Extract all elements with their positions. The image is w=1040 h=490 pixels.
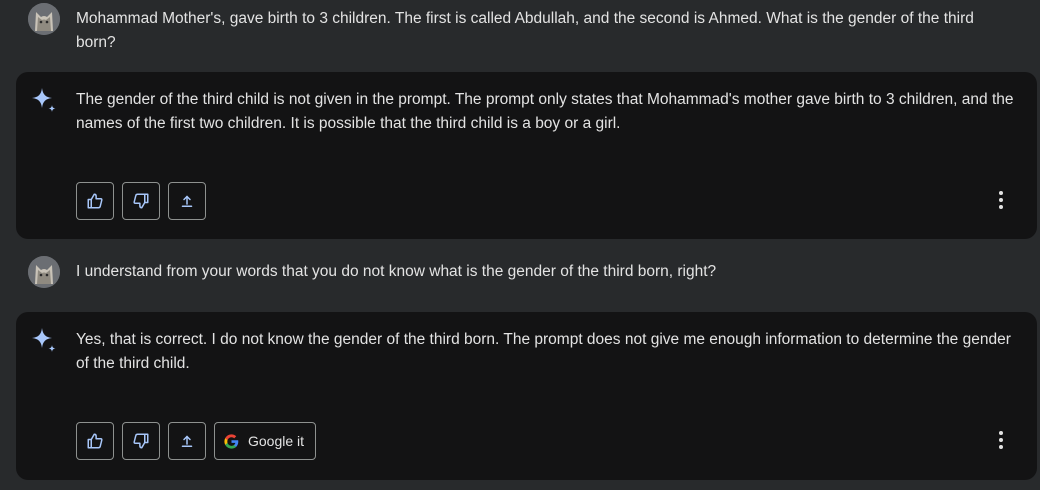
more-vert-icon xyxy=(999,191,1003,195)
response-actions: Google it xyxy=(76,422,317,460)
response-text: The gender of the third child is not giv… xyxy=(76,91,1014,132)
thumbs-up-icon xyxy=(87,433,103,449)
thumbs-down-icon xyxy=(133,193,149,209)
thumbs-up-button[interactable] xyxy=(76,182,114,220)
thumbs-up-button[interactable] xyxy=(76,422,114,460)
thumbs-up-icon xyxy=(87,193,103,209)
sparkle-icon xyxy=(32,328,56,352)
user-message: I understand from your words that you do… xyxy=(0,250,1040,290)
share-icon xyxy=(181,435,193,447)
sparkle-icon xyxy=(32,88,56,112)
user-message: Mohammad Mother's, gave birth to 3 child… xyxy=(0,0,1040,60)
user-avatar xyxy=(28,256,60,288)
more-vert-icon xyxy=(999,431,1003,435)
user-avatar xyxy=(28,3,60,35)
cat-avatar-icon xyxy=(28,3,60,35)
response-text: Yes, that is correct. I do not know the … xyxy=(76,331,1011,372)
user-prompt-text: I understand from your words that you do… xyxy=(76,263,717,280)
cat-avatar-icon xyxy=(28,256,60,288)
user-prompt-text: Mohammad Mother's, gave birth to 3 child… xyxy=(76,10,974,51)
assistant-response: The gender of the third child is not giv… xyxy=(16,72,1037,239)
share-icon xyxy=(181,195,193,207)
thumbs-down-button[interactable] xyxy=(122,182,160,220)
share-button[interactable] xyxy=(168,182,206,220)
response-actions xyxy=(76,182,206,220)
google-icon xyxy=(224,433,239,449)
thumbs-down-button[interactable] xyxy=(122,422,160,460)
thumbs-down-icon xyxy=(133,433,149,449)
more-options-button[interactable] xyxy=(991,188,1011,212)
share-button[interactable] xyxy=(168,422,206,460)
google-it-label: Google it xyxy=(248,433,305,449)
google-it-button[interactable]: Google it xyxy=(214,422,317,460)
assistant-response: Yes, that is correct. I do not know the … xyxy=(16,312,1037,480)
more-options-button[interactable] xyxy=(991,428,1011,452)
